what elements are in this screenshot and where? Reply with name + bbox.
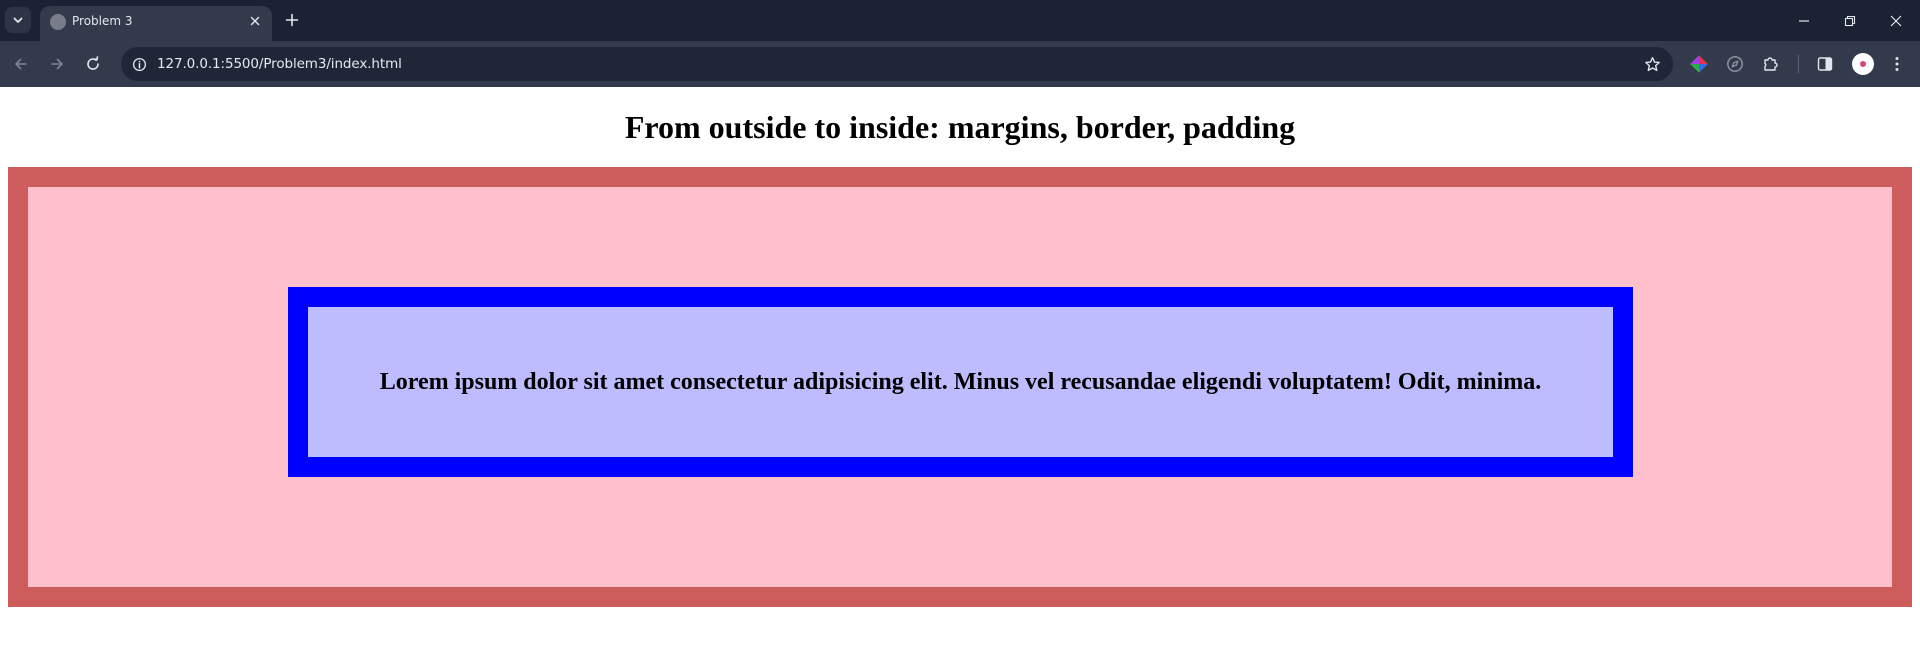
chevron-down-icon [13,17,23,23]
toolbar-divider [1798,55,1799,73]
extension-button-color[interactable] [1686,51,1712,77]
url-text[interactable]: 127.0.0.1:5500/Problem3/index.html [157,56,402,72]
window-close-button[interactable] [1873,0,1919,41]
puzzle-icon [1764,57,1778,71]
reload-icon [87,56,99,70]
minimize-icon [1799,19,1809,22]
tab-title: Problem 3 [72,14,133,28]
site-info-button[interactable] [127,52,151,76]
browser-toolbar: 127.0.0.1:5500/Problem3/index.html [0,41,1920,87]
extension-button-compass[interactable] [1722,51,1748,77]
kebab-menu-icon [1895,57,1899,71]
browser-menu-button[interactable] [1884,51,1910,77]
arrow-right-icon [51,58,63,70]
outer-box: Lorem ipsum dolor sit amet consectetur a… [8,167,1912,607]
star-icon [1644,56,1660,71]
side-panel-button[interactable] [1812,51,1838,77]
avatar-image [1860,61,1866,67]
color-wheel-icon [1690,55,1708,73]
inner-box: Lorem ipsum dolor sit amet consectetur a… [288,287,1633,477]
page-viewport: From outside to inside: margins, border,… [0,87,1920,668]
restore-icon [1844,15,1856,26]
active-tab[interactable]: Problem 3 [40,6,272,41]
info-icon [132,57,146,71]
compass-icon [1727,56,1743,72]
profile-avatar[interactable] [1852,53,1874,75]
page-heading: From outside to inside: margins, border,… [624,109,1296,145]
extensions-button[interactable] [1758,51,1784,77]
tab-close-button[interactable] [246,12,264,30]
side-panel-icon [1817,57,1833,71]
plus-icon [285,13,299,27]
back-button[interactable] [7,50,35,78]
tab-strip: Problem 3 [0,0,1920,41]
globe-icon [50,14,66,30]
arrow-left-icon [15,58,27,70]
new-tab-button[interactable] [279,7,305,33]
restore-button[interactable] [1827,0,1873,41]
forward-button[interactable] [43,50,71,78]
close-icon [1890,15,1902,26]
address-bar[interactable]: 127.0.0.1:5500/Problem3/index.html [121,47,1673,81]
tab-search-button[interactable] [5,7,31,33]
inner-box-text: Lorem ipsum dolor sit amet consectetur a… [379,368,1542,395]
reload-button[interactable] [79,50,107,78]
minimize-button[interactable] [1781,0,1827,41]
close-icon [250,16,260,26]
bookmark-button[interactable] [1641,53,1663,75]
